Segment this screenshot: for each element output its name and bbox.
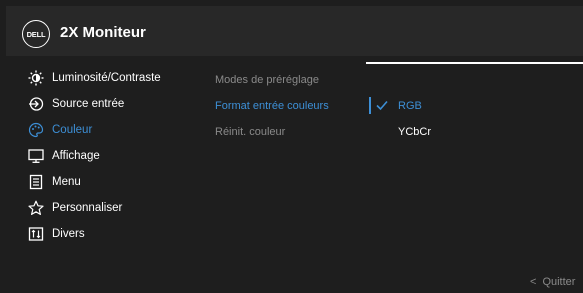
menu-item-label: Menu: [52, 176, 81, 188]
menu-item-label: Affichage: [52, 150, 100, 162]
exit-button[interactable]: < Quitter: [530, 276, 575, 288]
monitor-osd: DELL 2X Moniteur Luminosité/Contraste So…: [6, 6, 583, 293]
misc-icon: [28, 226, 44, 242]
osd-header: DELL 2X Moniteur: [6, 6, 583, 56]
osd-title: 2X Moniteur: [60, 24, 146, 41]
menu-item-label: Personnaliser: [52, 202, 123, 214]
input-source-icon: [28, 96, 44, 112]
submenu-top-divider: [366, 62, 583, 64]
menu-item-menu[interactable]: Menu: [28, 172, 81, 192]
submenu-input-color-format[interactable]: Format entrée couleurs: [215, 100, 329, 112]
submenu-reset-color[interactable]: Réinit. couleur: [215, 126, 285, 138]
submenu-preset-modes[interactable]: Modes de préréglage: [215, 74, 319, 86]
color-palette-icon: [28, 122, 44, 138]
option-ycbcr[interactable]: YCbCr: [398, 126, 431, 138]
star-icon: [28, 200, 44, 216]
menu-list-icon: [28, 174, 44, 190]
menu-item-color[interactable]: Couleur: [28, 120, 92, 140]
chevron-left-icon: <: [530, 276, 537, 288]
option-rgb[interactable]: RGB: [398, 100, 422, 112]
menu-item-label: Divers: [52, 228, 85, 240]
exit-label: Quitter: [542, 276, 576, 288]
menu-item-label: Couleur: [52, 124, 93, 136]
display-icon: [28, 148, 44, 164]
selection-indicator: [369, 97, 371, 114]
menu-item-personalize[interactable]: Personnaliser: [28, 198, 122, 218]
check-icon: [376, 100, 388, 111]
brightness-icon: [28, 70, 44, 86]
menu-item-brightness-contrast[interactable]: Luminosité/Contraste: [28, 68, 161, 88]
menu-item-misc[interactable]: Divers: [28, 224, 85, 244]
dell-logo-text: DELL: [26, 30, 46, 39]
dell-logo: DELL: [22, 20, 50, 48]
menu-item-label: Luminosité/Contraste: [52, 72, 161, 84]
menu-item-label: Source entrée: [52, 98, 125, 110]
menu-item-display[interactable]: Affichage: [28, 146, 100, 166]
menu-item-input-source[interactable]: Source entrée: [28, 94, 124, 114]
